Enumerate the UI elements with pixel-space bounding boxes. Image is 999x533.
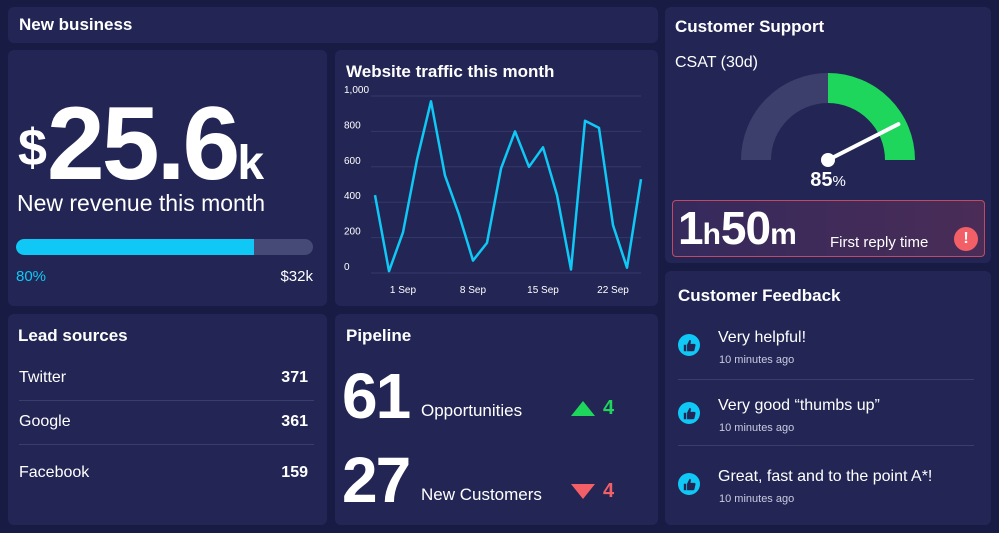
csat-number: 85 xyxy=(810,169,833,191)
panel-title: New business xyxy=(19,15,133,34)
lead-count: 159 xyxy=(281,464,308,481)
lead-count: 371 xyxy=(281,369,308,386)
traffic-panel: Website traffic this month 0 200 400 600 800… xyxy=(335,50,658,306)
reply-hours: 1 xyxy=(678,202,704,254)
reply-minutes: 50 xyxy=(720,202,771,254)
hours-unit: h xyxy=(702,218,721,251)
progress-fill xyxy=(16,239,254,255)
delta-value: 4 xyxy=(603,397,615,419)
customer-feedback-panel: Customer Feedback Very helpful! 10 minut… xyxy=(665,271,991,525)
x-tick-label: 8 Sep xyxy=(460,285,487,296)
lead-name: Twitter xyxy=(19,369,67,386)
divider xyxy=(678,379,974,380)
opportunities-delta: 4 xyxy=(571,397,614,420)
arrow-up-icon xyxy=(571,401,595,416)
new-business-panel: New business xyxy=(8,7,658,43)
y-tick-label: 800 xyxy=(344,120,361,131)
revenue-label: New revenue this month xyxy=(17,190,266,216)
feedback-time: 10 minutes ago xyxy=(719,422,795,434)
gauge-track xyxy=(741,73,828,160)
lead-name: Google xyxy=(19,413,71,430)
pipeline-panel: Pipeline 61 Opportunities 4 27 New Custo… xyxy=(335,314,658,525)
opportunities-label: Opportunities xyxy=(421,401,523,420)
x-tick-label: 1 Sep xyxy=(390,285,417,296)
traffic-series-line xyxy=(373,100,643,273)
y-tick-label: 600 xyxy=(344,156,361,167)
csat-gauge xyxy=(741,73,915,167)
feedback-item: Very good “thumbs up” 10 minutes ago xyxy=(678,397,978,447)
first-reply-time-card: 1h50m First reply time ! xyxy=(672,200,985,257)
revenue-number: 25.6 xyxy=(46,86,240,202)
thumbs-up-icon xyxy=(678,334,700,356)
minutes-unit: m xyxy=(770,218,797,251)
x-tick-label: 22 Sep xyxy=(597,285,629,296)
progress-percent: 80% xyxy=(16,268,47,285)
customers-label: New Customers xyxy=(421,485,542,504)
thumbs-up-icon xyxy=(678,402,700,424)
feedback-item: Very helpful! 10 minutes ago xyxy=(678,329,978,379)
lead-count: 361 xyxy=(281,413,308,430)
traffic-line-chart: 0 200 400 600 800 1,000 1 Sep 8 Sep 15 Sep 22 Sep xyxy=(344,85,643,296)
opportunities-count: 61 xyxy=(342,360,411,432)
feedback-item: Great, fast and to the point A*! 10 minu… xyxy=(678,468,978,518)
panel-title: Pipeline xyxy=(346,326,412,345)
revenue-progress-bar xyxy=(16,239,313,255)
delta-value: 4 xyxy=(603,480,615,502)
reply-time-label: First reply time xyxy=(830,234,929,251)
currency-symbol: $ xyxy=(18,119,47,177)
feedback-time: 10 minutes ago xyxy=(719,354,795,366)
reply-time-value: 1h50m xyxy=(678,205,797,251)
csat-value: 85% xyxy=(665,169,991,192)
customers-delta: 4 xyxy=(571,480,614,503)
lead-row-facebook: Facebook 159 xyxy=(19,451,314,495)
divider xyxy=(19,444,314,445)
y-tick-label: 1,000 xyxy=(344,85,369,96)
arrow-down-icon xyxy=(571,484,595,499)
x-tick-label: 15 Sep xyxy=(527,285,559,296)
lead-row-twitter: Twitter 371 xyxy=(19,356,314,400)
y-tick-label: 200 xyxy=(344,227,361,238)
divider xyxy=(678,445,974,446)
y-tick-label: 400 xyxy=(344,191,361,202)
alert-icon[interactable]: ! xyxy=(954,227,978,251)
feedback-text: Great, fast and to the point A*! xyxy=(718,468,933,485)
panel-title: Customer Feedback xyxy=(678,286,841,305)
revenue-target: $32k xyxy=(280,268,313,285)
panel-title: Customer Support xyxy=(675,17,825,36)
revenue-amount: $25.6k xyxy=(18,92,264,196)
thumbs-up-icon xyxy=(678,473,700,495)
revenue-suffix: k xyxy=(237,137,265,190)
lead-row-google: Google 361 xyxy=(19,400,314,444)
lead-sources-panel: Lead sources Twitter 371 Google 361 Face… xyxy=(8,314,327,525)
revenue-panel: $25.6k New revenue this month 80% $32k xyxy=(8,50,327,306)
feedback-text: Very good “thumbs up” xyxy=(718,397,880,414)
gauge-hub xyxy=(821,153,835,167)
lead-name: Facebook xyxy=(19,464,90,481)
feedback-text: Very helpful! xyxy=(718,329,807,346)
csat-unit: % xyxy=(832,173,846,190)
panel-title: Lead sources xyxy=(18,326,128,345)
gauge-green-zone xyxy=(828,73,915,160)
feedback-time: 10 minutes ago xyxy=(719,493,795,505)
customers-count: 27 xyxy=(342,444,411,516)
y-tick-label: 0 xyxy=(344,262,350,273)
customer-support-panel: Customer Support CSAT (30d) 85% 1h50m Fi… xyxy=(665,7,991,263)
